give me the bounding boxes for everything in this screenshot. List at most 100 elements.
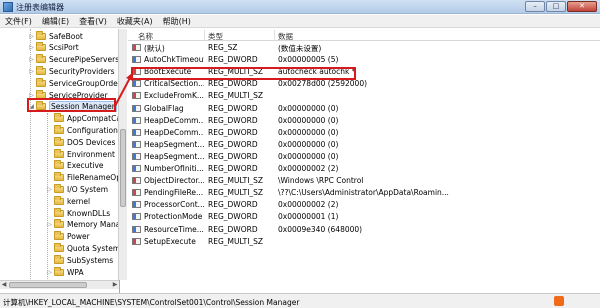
tree-item[interactable]: AppCompatCac (46, 113, 119, 124)
column-type[interactable]: 类型 (208, 31, 223, 42)
tree-item[interactable]: Quota System (46, 242, 119, 253)
menu-favorites[interactable]: 收藏夹(A) (112, 16, 158, 27)
registry-value-row[interactable]: ExcludeFromK... REG_MULTI_SZ (128, 90, 600, 101)
registry-value-row[interactable]: ResourceTime... REG_DWORD 0x0009e340 (6480… (128, 224, 600, 235)
value-type: REG_DWORD (208, 151, 258, 161)
menu-view[interactable]: 查看(V) (74, 16, 112, 27)
folder-icon (36, 77, 46, 87)
column-name[interactable]: 名称 (138, 31, 153, 42)
registry-value-row[interactable]: PendingFileRe... REG_MULTI_SZ \??\C:\Users… (128, 187, 600, 198)
tree-item-label: KnownDLLs (67, 208, 111, 218)
status-bar: 计算机\HKEY_LOCAL_MACHINE\SYSTEM\ControlSet… (0, 293, 600, 308)
tree-item[interactable]: SubSystems (46, 254, 113, 265)
tree-item-label: Configuration M (67, 125, 119, 135)
binary-value-icon (132, 165, 141, 172)
registry-tree[interactable]: ▷ SafeBoot ▷ ScsiPort ▷ SecurePipeServers ▷ Sec… (0, 29, 120, 293)
registry-value-row[interactable]: GlobalFlag REG_DWORD 0x00000000 (0) (128, 103, 600, 114)
folder-icon (54, 266, 64, 276)
tree-item[interactable]: Power (46, 231, 90, 242)
registry-value-row[interactable]: ProtectionMode REG_DWORD 0x00000001 (1) (128, 211, 600, 222)
scroll-right-icon[interactable]: ▶ (111, 281, 119, 289)
registry-value-row[interactable]: HeapSegment... REG_DWORD 0x00000000 (0) (128, 151, 600, 162)
tree-item[interactable]: ▷ Memory Manag (46, 219, 119, 230)
maximize-button[interactable]: □ (546, 1, 566, 12)
binary-value-icon (132, 116, 141, 124)
value-data: 0x00000000 (0) (278, 151, 339, 161)
registry-value-row[interactable]: ObjectDirector... REG_MULTI_SZ \Windows \R… (128, 175, 600, 186)
close-button[interactable]: ✕ (567, 1, 597, 12)
value-name: HeapSegment... (144, 139, 204, 149)
tree-horizontal-scrollbar[interactable]: ◀ ▶ (0, 280, 119, 289)
menu-file[interactable]: 文件(F) (0, 16, 37, 27)
tree-item-label: Executive (67, 161, 104, 171)
binary-value-icon (132, 152, 141, 160)
binary-value-icon (132, 128, 141, 136)
value-name: AutoChkTimeout (144, 55, 204, 65)
tree-item[interactable]: Configuration M (46, 124, 119, 135)
window-title: 注册表编辑器 (16, 3, 64, 12)
folder-icon (54, 160, 64, 170)
tree-item[interactable]: ServiceGroupOrder (28, 77, 119, 88)
tree-item[interactable]: KnownDLLs (46, 207, 111, 218)
value-data: (数值未设置) (278, 44, 322, 53)
value-data: 0x00000000 (0) (278, 115, 339, 125)
registry-value-row[interactable]: SetupExecute REG_MULTI_SZ (128, 236, 600, 247)
title-bar: 注册表编辑器 – □ ✕ (0, 0, 600, 14)
tree-item[interactable]: ▷ ScsiPort (28, 42, 79, 53)
value-type: REG_DWORD (208, 164, 258, 173)
tree-item[interactable]: ▷ SecurePipeServers (28, 54, 119, 65)
string-value-icon (132, 189, 141, 197)
tree-item[interactable]: ▷ I/O System (46, 183, 108, 194)
value-data: 0x00000002 (2) (278, 200, 339, 210)
value-data: 0x00000001 (1) (278, 212, 339, 222)
watermark-logo (554, 296, 594, 306)
registry-value-row[interactable]: AutoChkTimeout REG_DWORD 0x00000005 (5) (128, 54, 600, 65)
column-divider[interactable] (204, 30, 205, 40)
registry-value-row[interactable]: HeapSegment... REG_DWORD 0x00000000 (0) (128, 139, 600, 150)
tree-item[interactable]: ▷ SafeBoot (28, 30, 83, 41)
value-name: ObjectDirector... (144, 176, 204, 186)
value-type: REG_DWORD (208, 212, 258, 222)
tree-item[interactable]: ▷ SecurityProviders (28, 65, 115, 76)
tree-item-label: Power (67, 232, 90, 242)
menu-help[interactable]: 帮助(H) (158, 16, 196, 27)
binary-value-icon (132, 213, 141, 221)
registry-value-row[interactable]: HeapDeComm... REG_DWORD 0x00000000 (0) (128, 127, 600, 138)
registry-value-row[interactable]: ProcessorCont... REG_DWORD 0x00000002 (2) (128, 199, 600, 210)
value-name: SetupExecute (144, 236, 196, 246)
value-type: REG_DWORD (208, 103, 258, 113)
tree-item[interactable]: Executive (46, 160, 104, 171)
column-data[interactable]: 数据 (278, 31, 293, 42)
string-value-icon (132, 44, 141, 51)
tree-item-label: I/O System (67, 184, 108, 194)
tree-item[interactable]: ▷ WPA (46, 266, 84, 277)
value-data: 0x00278d00 (2592000) (278, 79, 368, 89)
folder-icon (36, 42, 46, 52)
tree-item-label: SafeBoot (49, 31, 83, 41)
value-type: REG_DWORD (208, 79, 258, 89)
minimize-button[interactable]: – (525, 1, 545, 12)
registry-value-row[interactable]: NumberOfIniti... REG_DWORD 0x00000002 (2) (128, 163, 600, 174)
tree-item[interactable]: DOS Devices (46, 136, 115, 147)
value-name: ExcludeFromK... (144, 91, 204, 101)
scroll-left-icon[interactable]: ◀ (0, 281, 8, 289)
folder-icon (54, 148, 64, 158)
menu-edit[interactable]: 编辑(E) (37, 16, 74, 27)
tree-item[interactable]: Environment (46, 148, 115, 159)
registry-value-row[interactable]: (默认) REG_SZ (数值未设置) (128, 42, 600, 53)
value-name: HeapDeComm... (144, 115, 204, 125)
tree-vertical-scrollbar[interactable] (118, 29, 127, 280)
value-data: 0x0009e340 (648000) (278, 224, 363, 234)
folder-icon (54, 254, 64, 264)
column-divider[interactable] (274, 30, 275, 40)
tree-item-label: WPA (67, 267, 84, 277)
registry-value-row[interactable]: HeapDeComm... REG_DWORD 0x00000000 (0) (128, 115, 600, 126)
value-data: \??\C:\Users\Administrator\AppData\Roami… (278, 188, 449, 198)
tree-item[interactable]: FileRenameOper (46, 172, 119, 183)
tree-item-label: SecurityProviders (49, 66, 115, 76)
value-name: ResourceTime... (144, 224, 204, 234)
tree-scroll-thumb[interactable] (120, 129, 126, 207)
tree-item[interactable]: kernel (46, 195, 90, 206)
tree-hscroll-thumb[interactable] (9, 282, 87, 288)
value-name: ProtectionMode (144, 212, 203, 222)
